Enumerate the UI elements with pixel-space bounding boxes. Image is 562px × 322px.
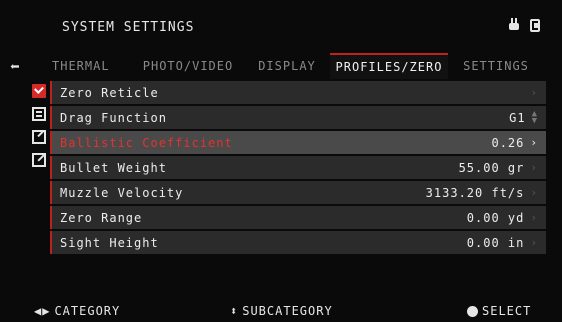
subcategory-label: SUBCATEGORY <box>242 304 333 318</box>
chevron-right-icon: › <box>530 186 538 199</box>
tab-photo-video[interactable]: PHOTO/VIDEO <box>132 53 244 79</box>
left-right-arrows-icon: ◀▶ <box>34 304 51 318</box>
row-value: 0.00 in <box>466 235 525 250</box>
screen: SYSTEM SETTINGS ⬅ THERMAL PHOTO/VIDEO DI… <box>0 0 562 322</box>
row-label: Muzzle Velocity <box>60 185 184 200</box>
menu-row-zero-range[interactable]: Zero Range 0.00 yd › <box>50 206 546 229</box>
footer-hints: ◀▶ CATEGORY ⬍ SUBCATEGORY SELECT <box>0 304 562 322</box>
tab-profiles-zero[interactable]: PROFILES/ZERO <box>330 53 448 79</box>
tab-thermal[interactable]: THERMAL <box>48 53 132 79</box>
row-label: Bullet Weight <box>60 160 167 175</box>
up-down-arrows-icon: ▲ ▼ <box>531 108 538 126</box>
edit-icon[interactable] <box>32 130 46 144</box>
back-arrow-icon[interactable]: ⬅ <box>10 57 21 76</box>
chevron-right-icon: › <box>530 161 538 174</box>
row-label: Zero Reticle <box>60 85 159 100</box>
select-label: SELECT <box>482 304 532 318</box>
tab-display[interactable]: DISPLAY <box>244 53 330 79</box>
page-title: SYSTEM SETTINGS <box>62 20 195 35</box>
footer-select: SELECT <box>467 304 531 318</box>
chevron-right-icon: › <box>530 86 538 99</box>
row-value: 0.26 <box>491 135 525 150</box>
row-value: 0.00 yd <box>466 210 525 225</box>
footer-category: ◀▶ CATEGORY <box>34 304 120 318</box>
row-label: Drag Function <box>60 110 167 125</box>
category-label: CATEGORY <box>54 304 121 318</box>
menu-row-zero-reticle[interactable]: Zero Reticle › <box>50 81 546 104</box>
row-label: Sight Height <box>60 235 159 250</box>
tab-settings[interactable]: SETTINGS <box>448 53 544 79</box>
chevron-right-icon: › <box>530 236 538 249</box>
up-down-arrows-icon: ⬍ <box>230 304 239 318</box>
footer-subcategory: ⬍ SUBCATEGORY <box>230 304 333 318</box>
settings-menu: Zero Reticle › Drag Function G1 ▲ ▼ Balli… <box>50 81 546 256</box>
menu-row-bullet-weight[interactable]: Bullet Weight 55.00 gr › <box>50 156 546 179</box>
row-value: 55.00 gr <box>458 160 525 175</box>
grid-icon[interactable] <box>32 107 46 121</box>
row-label: Ballistic Coefficient <box>60 135 233 150</box>
header-status-icons <box>508 18 540 32</box>
menu-row-sight-height[interactable]: Sight Height 0.00 in › <box>50 231 546 254</box>
row-label: Zero Range <box>60 210 143 225</box>
tab-bar: THERMAL PHOTO/VIDEO DISPLAY PROFILES/ZER… <box>48 53 546 79</box>
sd-card-icon <box>530 18 540 32</box>
chevron-right-icon: › <box>530 211 538 224</box>
select-button-icon <box>467 305 478 317</box>
plug-icon <box>508 18 520 32</box>
row-value: 3133.20 ft/s <box>425 185 525 200</box>
checkbox-icon[interactable] <box>32 84 46 98</box>
menu-row-ballistic-coefficient[interactable]: Ballistic Coefficient 0.26 › <box>50 131 546 154</box>
chevron-right-icon: › <box>530 136 538 149</box>
menu-row-drag-function[interactable]: Drag Function G1 ▲ ▼ <box>50 106 546 129</box>
external-icon[interactable] <box>32 153 46 167</box>
row-value: G1 <box>509 110 526 125</box>
sidebar <box>32 84 48 176</box>
menu-row-muzzle-velocity[interactable]: Muzzle Velocity 3133.20 ft/s › <box>50 181 546 204</box>
